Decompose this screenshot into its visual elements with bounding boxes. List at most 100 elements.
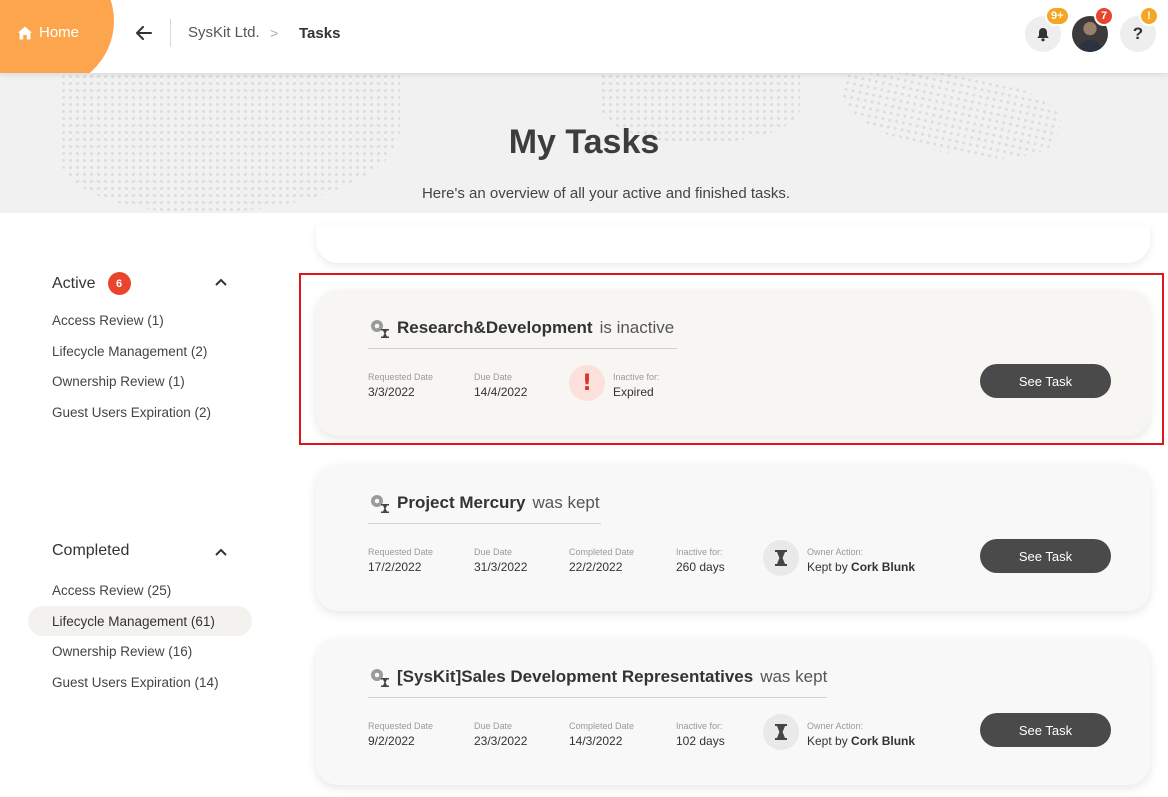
completed-date-value: 22/2/2022 [569,560,623,574]
page-title: My Tasks [508,123,660,161]
completed-date-value: 14/3/2022 [569,734,623,748]
inactive-field: Inactive for: 102 days [676,721,725,748]
inactive-field: Inactive for: 260 days [676,547,725,574]
breadcrumb-current: Tasks [299,25,341,42]
sidebar-item-completed-guest-users-expiration[interactable]: Guest Users Expiration (14) [28,667,252,697]
requested-date-field: Requested Date 3/3/2022 [368,372,433,399]
inactive-value: 260 days [676,560,725,574]
title-divider [368,523,601,524]
requested-date-value: 9/2/2022 [368,734,415,748]
sidebar-item-completed-lifecycle-management[interactable]: Lifecycle Management (61) [28,606,252,636]
requested-date-field: Requested Date 17/2/2022 [368,547,433,574]
hourglass-icon [763,540,799,576]
active-count-badge: 6 [107,272,131,295]
home-icon [18,26,32,39]
bell-icon [1037,27,1049,41]
arrow-left-icon [136,26,152,40]
inactive-value: 102 days [676,734,725,748]
see-task-button[interactable]: See Task [980,713,1111,747]
active-section-header[interactable]: Active 6 [52,272,131,295]
task-title: Research&Development is inactive [368,317,674,339]
gear-hourglass-icon [371,320,389,338]
requested-date-field: Requested Date 9/2/2022 [368,721,433,748]
breadcrumb-separator: > [270,25,279,41]
task-card: Research&Development is inactive Request… [316,290,1150,436]
active-section-title: Active [52,274,96,292]
requested-date-value: 17/2/2022 [368,560,422,574]
breadcrumb-divider [170,19,171,47]
task-name: Research&Development [397,318,593,337]
sidebar-item-completed-access-review[interactable]: Access Review (25) [28,575,252,605]
sidebar-item-active-access-review[interactable]: Access Review (1) [28,305,252,335]
completed-date-label: Completed Date [569,547,635,557]
due-date-label: Due Date [474,372,513,382]
profile-badge: 7 [1094,6,1114,26]
chevron-up-icon [215,278,227,286]
previous-task-card [316,225,1150,263]
active-collapse-button[interactable] [213,274,229,290]
back-button[interactable] [133,22,155,44]
breadcrumb-org-link[interactable]: SysKit Ltd. [188,24,260,41]
inactive-value: Expired [613,385,654,399]
chevron-up-icon [215,548,227,556]
sidebar-item-active-lifecycle-management[interactable]: Lifecycle Management (2) [28,336,252,366]
inactive-field: Inactive for: Expired [613,372,660,399]
title-divider [368,348,677,349]
owner-name: Cork Blunk [851,734,916,748]
task-title: [SysKit]Sales Development Representative… [368,666,827,688]
sidebar-item-active-guest-users-expiration[interactable]: Guest Users Expiration (2) [28,397,252,427]
home-button[interactable]: Home [17,24,79,41]
completed-section-title: Completed [52,542,130,559]
hourglass-icon [763,714,799,750]
task-card: [SysKit]Sales Development Representative… [316,639,1150,785]
title-divider [368,697,827,698]
sidebar-item-active-ownership-review[interactable]: Ownership Review (1) [28,366,252,396]
gear-hourglass-icon [371,495,389,513]
see-task-button[interactable]: See Task [980,364,1111,398]
owner-action-prefix: Kept by [807,560,848,574]
completed-date-field: Completed Date 22/2/2022 [569,547,634,574]
due-date-value: 23/3/2022 [474,734,528,748]
question-icon: ? [1132,24,1144,43]
owner-action-prefix: Kept by [807,734,848,748]
due-date-field: Due Date 14/4/2022 [474,372,527,399]
page-subtitle: Here's an overview of all your active an… [421,185,791,202]
task-name: [SysKit]Sales Development Representative… [397,667,754,686]
requested-date-label: Requested Date [368,547,434,557]
task-verb: was kept [760,667,828,686]
owner-action-label: Owner Action: [807,721,864,731]
completed-date-label: Completed Date [569,721,635,731]
notifications-badge: 9+ [1045,6,1070,26]
due-date-value: 31/3/2022 [474,560,528,574]
home-label: Home [39,24,80,41]
completed-collapse-button[interactable] [213,544,229,560]
due-date-label: Due Date [474,547,513,557]
requested-date-label: Requested Date [368,372,434,382]
task-name: Project Mercury [397,493,526,512]
task-verb: is inactive [599,318,675,337]
sidebar-item-completed-ownership-review[interactable]: Ownership Review (16) [28,636,252,666]
inactive-label: Inactive for: [676,547,723,557]
hero-banner: My Tasks Here's an overview of all your … [0,73,1168,213]
inactive-label: Inactive for: [676,721,723,731]
top-bar: Home SysKit Ltd. > Tasks ? [0,0,1168,73]
owner-action-value: Kept by Cork Blunk [807,560,915,574]
owner-action-label: Owner Action: [807,547,864,557]
owner-action-value: Kept by Cork Blunk [807,734,915,748]
see-task-button[interactable]: See Task [980,539,1111,573]
gear-hourglass-icon [371,669,389,687]
due-date-label: Due Date [474,721,513,731]
due-date-value: 14/4/2022 [474,385,528,399]
task-verb: was kept [532,493,600,512]
exclamation-icon: ! [569,365,605,401]
owner-action-field: Owner Action: Kept by Cork Blunk [807,547,915,574]
completed-section-header[interactable]: Completed [52,542,129,560]
due-date-field: Due Date 23/3/2022 [474,721,527,748]
completed-date-field: Completed Date 14/3/2022 [569,721,634,748]
owner-name: Cork Blunk [851,560,916,574]
owner-action-field: Owner Action: Kept by Cork Blunk [807,721,915,748]
inactive-label: Inactive for: [613,372,660,382]
task-card: Project Mercury was kept Requested Date … [316,465,1150,611]
due-date-field: Due Date 31/3/2022 [474,547,527,574]
help-badge: ! [1139,6,1159,26]
